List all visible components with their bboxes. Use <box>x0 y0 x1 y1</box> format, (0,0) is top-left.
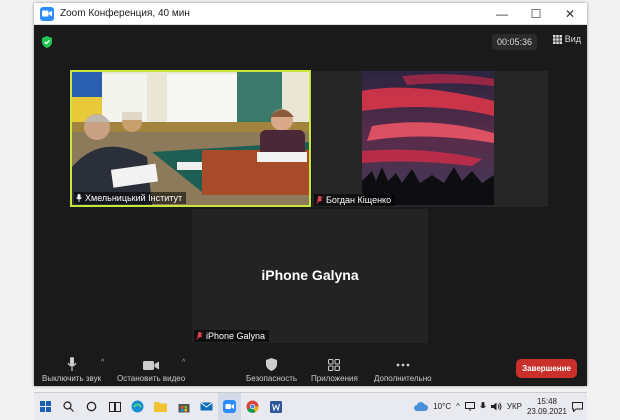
task-view-icon[interactable] <box>103 393 126 420</box>
notifications-icon[interactable] <box>572 401 583 412</box>
maximize-button[interactable]: ☐ <box>519 3 553 24</box>
participant-name: Богдан Кіщенко <box>326 195 392 205</box>
input-language[interactable]: УКР <box>507 402 522 411</box>
weather-temperature[interactable]: 10°C <box>433 402 451 411</box>
participant-display-name: iPhone Galyna <box>261 267 359 283</box>
sunset-video <box>312 71 548 207</box>
meeting-topbar: 00:05:36 Вид <box>34 25 587 59</box>
file-explorer-icon[interactable] <box>149 393 172 420</box>
apps-icon <box>328 359 341 371</box>
muted-microphone-icon <box>196 332 203 340</box>
participant-label: Богдан Кіщенко <box>314 194 396 206</box>
word-icon[interactable] <box>264 393 287 420</box>
windows-taskbar: 10°C ^ УКР 15:48 23.09.2021 <box>34 392 587 420</box>
clock-date: 23.09.2021 <box>526 406 567 416</box>
volume-icon[interactable] <box>490 402 502 411</box>
apps-label: Приложения <box>311 374 358 383</box>
more-dots-icon <box>396 363 410 367</box>
view-button[interactable]: Вид <box>552 34 581 44</box>
more-button[interactable]: Дополнительно <box>374 359 432 383</box>
store-icon[interactable] <box>172 393 195 420</box>
windows-start-icon[interactable] <box>34 393 57 420</box>
participant-name: iPhone Galyna <box>206 331 266 341</box>
chrome-icon[interactable] <box>241 393 264 420</box>
zoom-window: Zoom Конференция, 40 мин — ☐ ✕ 00:05:36 … <box>34 3 587 386</box>
muted-microphone-icon <box>316 196 323 204</box>
more-label: Дополнительно <box>374 374 432 383</box>
participant-name: Хмельницький Інститут <box>85 193 183 203</box>
apps-button[interactable]: Приложения <box>311 359 358 383</box>
mail-icon[interactable] <box>195 393 218 420</box>
clock-time: 15:48 <box>536 396 557 406</box>
video-tile-institute[interactable]: Хмельницький Інститут <box>70 70 311 207</box>
security-label: Безопасность <box>246 374 298 383</box>
title-bar: Zoom Конференция, 40 мин — ☐ ✕ <box>34 3 587 25</box>
participant-label: Хмельницький Інститут <box>74 192 187 204</box>
mute-label: Выключить звук <box>42 374 102 383</box>
classroom-video <box>72 72 309 205</box>
meeting-toolbar: Выключить звук ^ Остановить видео ^ Безо… <box>34 352 587 386</box>
system-tray: 10°C ^ УКР 15:48 23.09.2021 <box>414 397 587 417</box>
microphone-icon <box>67 357 77 371</box>
cortana-icon[interactable] <box>80 393 103 420</box>
video-tile-galyna[interactable]: iPhone Galyna iPhone Galyna <box>192 209 428 343</box>
stop-video-label: Остановить видео <box>117 374 186 383</box>
audio-options-caret[interactable]: ^ <box>101 359 104 366</box>
view-label: Вид <box>564 34 581 44</box>
meeting-timer: 00:05:36 <box>491 34 537 50</box>
edge-browser-icon[interactable] <box>126 393 149 420</box>
taskbar-clock[interactable]: 15:48 23.09.2021 <box>527 397 567 417</box>
video-tile-bogdan[interactable]: Богдан Кіщенко <box>312 71 548 207</box>
shield-icon <box>266 358 278 371</box>
network-icon[interactable] <box>464 402 475 411</box>
mute-button[interactable]: Выключить звук <box>42 357 101 383</box>
weather-cloud-icon <box>414 402 429 411</box>
video-camera-icon <box>143 361 160 370</box>
security-button[interactable]: Безопасность <box>246 358 297 383</box>
microphone-icon <box>76 194 82 202</box>
end-meeting-button[interactable]: Завершение <box>516 359 577 378</box>
microphone-tray-icon[interactable] <box>480 402 486 411</box>
stop-video-button[interactable]: Остановить видео <box>117 360 185 383</box>
grid-icon <box>552 34 562 44</box>
zoom-taskbar-icon[interactable] <box>218 392 241 420</box>
search-icon[interactable] <box>57 393 80 420</box>
minimize-button[interactable]: — <box>485 3 519 24</box>
close-button[interactable]: ✕ <box>553 3 587 24</box>
window-title: Zoom Конференция, 40 мин <box>60 8 190 19</box>
zoom-logo-icon <box>40 6 54 21</box>
encryption-shield-icon[interactable] <box>42 35 52 53</box>
video-options-caret[interactable]: ^ <box>182 359 185 366</box>
participant-label: iPhone Galyna <box>194 330 270 342</box>
tray-chevron-up-icon[interactable]: ^ <box>456 402 460 411</box>
